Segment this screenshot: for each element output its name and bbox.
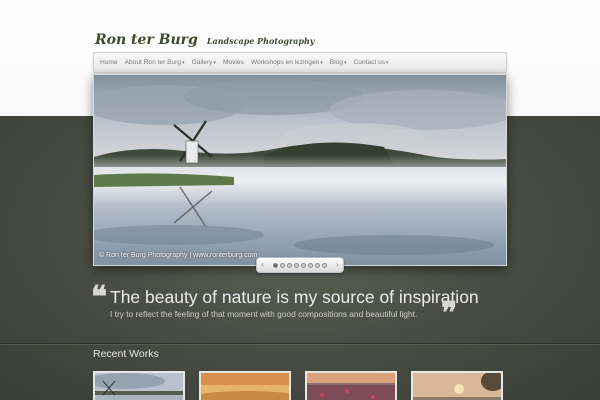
nav-item-label: Gallery (191, 59, 213, 66)
main-nav: Home About Ron ter Burg▾ Gallery▾ Movies… (93, 52, 507, 73)
nav-item-label: Contact us (353, 59, 386, 66)
slider-dot-6[interactable] (308, 262, 313, 268)
recent-work-windmill-mist[interactable] (93, 371, 185, 400)
slider-dot-8[interactable] (322, 262, 327, 268)
recent-work-sunset-fields[interactable] (199, 371, 291, 400)
chevron-down-icon: ▾ (386, 60, 389, 66)
quote-close-icon: ❞ (441, 296, 458, 331)
slider-pagination (272, 262, 328, 268)
chevron-left-icon[interactable]: ‹ (261, 261, 264, 269)
chevron-right-icon[interactable]: › (336, 261, 339, 269)
nav-item-home[interactable]: Home (100, 59, 118, 66)
nav-item-label: Movies (222, 59, 244, 66)
chevron-down-icon: ▾ (213, 60, 216, 66)
nav-item-label: Workshops en lezingen (250, 59, 320, 66)
recent-work-poppy-field[interactable] (305, 371, 397, 400)
nav-item-workshops[interactable]: Workshops en lezingen▾ (251, 59, 323, 66)
slider-dot-2[interactable] (280, 262, 285, 268)
quote-open-icon: ❝ (91, 280, 108, 315)
quote-subline: I try to reflect the feeling of that mom… (110, 309, 418, 319)
recent-work-image (201, 373, 289, 400)
band-divider (0, 343, 600, 344)
slide-caption: © Ron ter Burg Photography | www.ronterb… (99, 252, 258, 259)
chevron-down-icon: ▾ (344, 60, 347, 66)
nav-item-blog[interactable]: Blog▾ (330, 59, 347, 66)
hero-slide-image (94, 75, 506, 265)
recent-work-image (95, 373, 183, 400)
site-logo[interactable]: Ron ter Burg Landscape Photography (95, 29, 314, 48)
brand-name: Ron ter Burg (95, 32, 198, 48)
recent-work-image (413, 373, 501, 400)
recent-work-sunrise-tree[interactable] (411, 371, 503, 400)
slider-dot-4[interactable] (294, 262, 299, 268)
chevron-down-icon: ▾ (182, 60, 185, 66)
slider-dot-1[interactable] (273, 262, 278, 268)
nav-item-label: Blog (329, 59, 343, 66)
slider-dot-3[interactable] (287, 262, 292, 268)
slider-dot-7[interactable] (315, 262, 320, 268)
brand-tagline: Landscape Photography (206, 36, 315, 46)
nav-item-label: About Ron ter Burg (124, 59, 182, 66)
nav-item-gallery[interactable]: Gallery▾ (192, 59, 216, 66)
nav-item-about[interactable]: About Ron ter Burg▾ (125, 59, 185, 66)
hero-slider[interactable]: © Ron ter Burg Photography | www.ronterb… (93, 74, 507, 266)
quote-headline: The beauty of nature is my source of ins… (110, 287, 479, 307)
chevron-down-icon: ▾ (320, 60, 323, 66)
nav-item-label: Home (100, 59, 118, 66)
nav-item-contact[interactable]: Contact us▾ (354, 59, 389, 66)
recent-works-title: Recent Works (93, 348, 159, 360)
recent-work-image (307, 373, 395, 400)
slider-controls: ‹ › (256, 257, 344, 273)
nav-item-movies[interactable]: Movies (223, 59, 244, 66)
slider-dot-5[interactable] (301, 262, 306, 268)
